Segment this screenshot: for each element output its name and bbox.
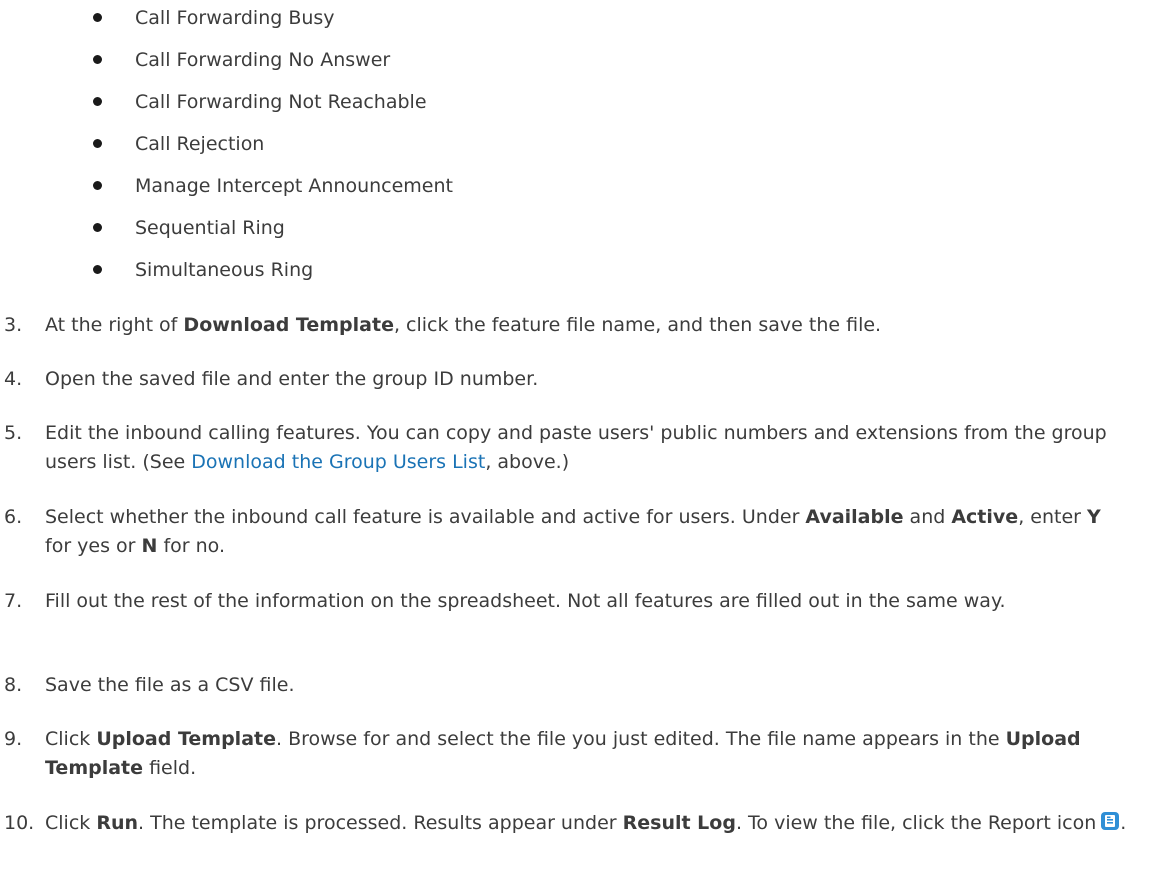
step-text: Save the file as a CSV file.: [45, 674, 295, 696]
step-number: 6.: [4, 506, 23, 528]
list-item: Call Forwarding No Answer: [0, 44, 1100, 74]
step-text: At the right of Download Template, click…: [45, 314, 882, 336]
step-text: Click Upload Template. Browse for and se…: [45, 728, 1081, 779]
list-item: Sequential Ring: [0, 212, 1100, 242]
download-group-users-list-link[interactable]: Download the Group Users List: [191, 451, 485, 473]
step-text: Select whether the inbound call feature …: [45, 506, 1101, 557]
step-number: 3.: [4, 314, 23, 336]
step-text: Click Run. The template is processed. Re…: [45, 812, 1127, 834]
ui-term: Result Log: [622, 812, 736, 834]
ui-term: N: [141, 535, 158, 557]
step-number: 9.: [4, 728, 23, 750]
ui-term: Download Template: [183, 314, 394, 336]
document-page: Call Forwarding Busy Call Forwarding No …: [0, 0, 1156, 871]
step-number: 7.: [4, 590, 23, 612]
ui-term: Y: [1087, 506, 1101, 528]
list-item-text: Call Forwarding No Answer: [135, 49, 391, 71]
list-item: Simultaneous Ring: [0, 254, 1100, 284]
step-text: Open the saved file and enter the group …: [45, 368, 539, 390]
bullet-dot: [93, 139, 102, 148]
step-text: Edit the inbound calling features. You c…: [45, 422, 1107, 473]
ui-term: Upload Template: [96, 728, 276, 750]
step-number: 8.: [4, 674, 23, 696]
bullet-dot: [93, 13, 102, 22]
list-item-text: Simultaneous Ring: [135, 259, 314, 281]
list-item: Call Forwarding Busy: [0, 2, 1100, 32]
bullet-dot: [93, 181, 102, 190]
step-number: 10.: [4, 812, 35, 834]
step-text: Fill out the rest of the information on …: [45, 590, 1006, 612]
list-item-text: Call Forwarding Busy: [135, 7, 335, 29]
list-item-text: Manage Intercept Announcement: [135, 175, 453, 197]
list-item-text: Sequential Ring: [135, 217, 285, 239]
ui-term: Available: [805, 506, 904, 528]
report-icon: [1101, 812, 1120, 830]
list-item: Manage Intercept Announcement: [0, 170, 1100, 200]
step-number: 5.: [4, 422, 23, 444]
list-item: Call Rejection: [0, 128, 1100, 158]
list-item-text: Call Rejection: [135, 133, 265, 155]
list-item-text: Call Forwarding Not Reachable: [135, 91, 427, 113]
ui-term: Active: [951, 506, 1019, 528]
bullet-dot: [93, 265, 102, 274]
bullet-dot: [93, 55, 102, 64]
bullet-dot: [93, 223, 102, 232]
list-item: Call Forwarding Not Reachable: [0, 86, 1100, 116]
bullet-dot: [93, 97, 102, 106]
ui-term: Run: [96, 812, 139, 834]
step-number: 4.: [4, 368, 23, 390]
